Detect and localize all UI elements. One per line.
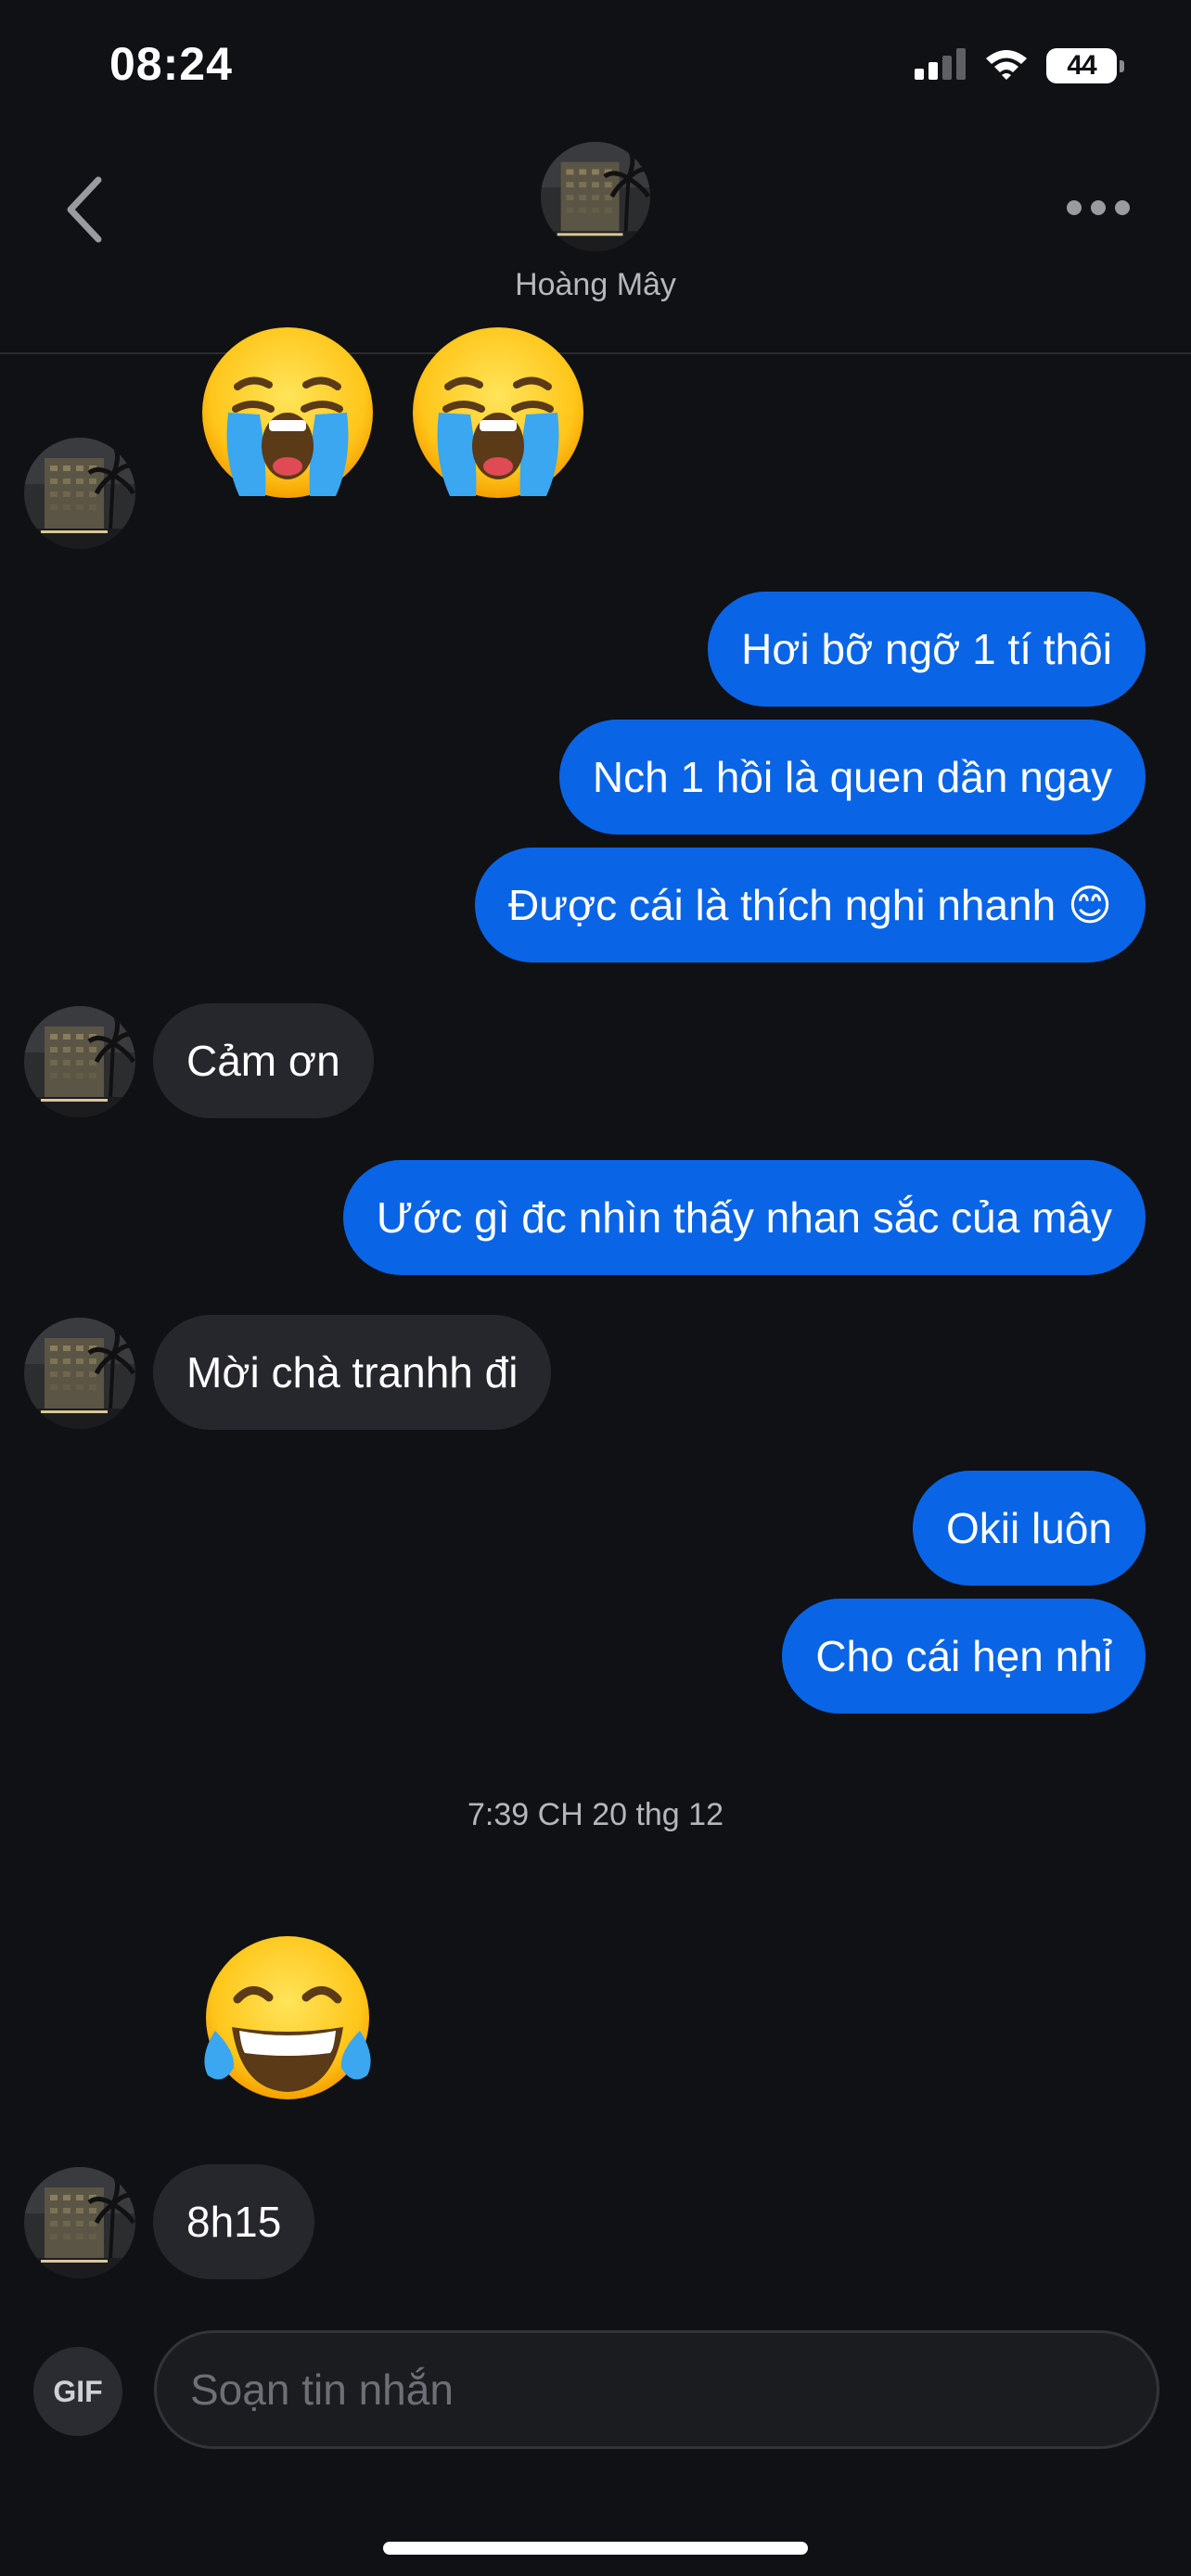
message-input[interactable] <box>154 2330 1159 2449</box>
status-time: 08:24 <box>109 38 233 90</box>
more-options-button[interactable] <box>1061 189 1135 226</box>
message-bubble-outgoing[interactable]: Cho cái hẹn nhỉ <box>782 1599 1146 1714</box>
sender-avatar[interactable] <box>24 2167 135 2278</box>
message-bubble-outgoing[interactable]: Được cái là thích nghi nhanh 😊 <box>474 848 1146 963</box>
battery-icon: 44 <box>1046 48 1124 83</box>
sender-avatar[interactable] <box>24 1318 135 1429</box>
home-indicator[interactable] <box>383 2542 808 2555</box>
message-bubble-incoming[interactable]: 8h15 <box>153 2164 315 2279</box>
emoji-loudly-crying-face[interactable] <box>405 320 591 505</box>
message-bubble-outgoing[interactable]: Hơi bỡ ngỡ 1 tí thôi <box>708 592 1146 707</box>
sender-avatar[interactable] <box>24 1006 135 1117</box>
contact-name[interactable]: Hoàng Mây <box>0 267 1191 303</box>
message-bubble-outgoing[interactable]: Ước gì đc nhìn thấy nhan sắc của mây <box>342 1160 1146 1275</box>
emoji-face-with-tears-of-joy[interactable] <box>195 1927 380 2112</box>
back-button[interactable] <box>58 172 113 247</box>
chevron-left-icon <box>67 176 102 243</box>
header-divider <box>0 352 1191 354</box>
message-bubble-incoming[interactable]: Cảm ơn <box>153 1003 374 1118</box>
battery-level: 44 <box>1067 50 1096 81</box>
sender-avatar[interactable] <box>24 438 135 549</box>
cellular-signal-icon <box>915 47 967 84</box>
gif-button[interactable]: GIF <box>33 2347 122 2436</box>
message-timestamp: 7:39 CH 20 thg 12 <box>467 1797 724 1832</box>
message-bubble-outgoing[interactable]: Nch 1 hồi là quen dần ngay <box>558 720 1146 835</box>
message-bubble-outgoing[interactable]: Okii luôn <box>913 1471 1146 1586</box>
message-bubble-incoming[interactable]: Mời chà tranhh đi <box>153 1315 552 1430</box>
more-dots-icon <box>1067 200 1130 215</box>
wifi-icon <box>983 47 1030 85</box>
emoji-loudly-crying-face[interactable] <box>195 320 380 505</box>
status-icons: 44 <box>915 43 1124 89</box>
contact-avatar[interactable] <box>541 142 650 251</box>
